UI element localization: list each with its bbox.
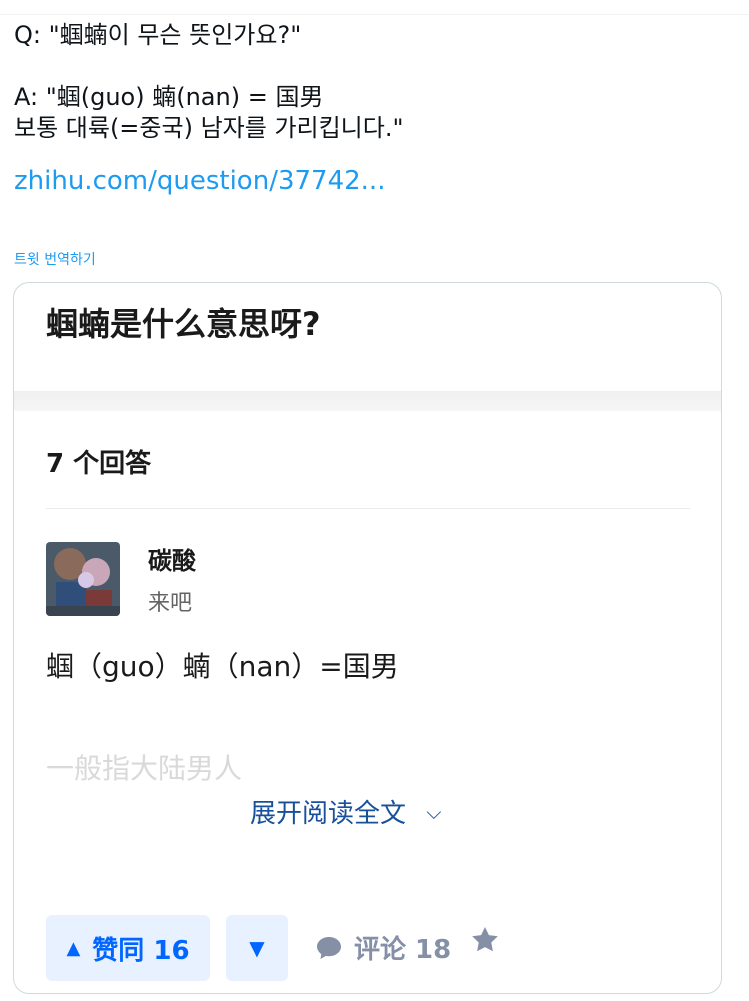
author-name[interactable]: 碳酸 — [148, 541, 196, 576]
vote-up-label: 赞同 16 — [92, 935, 190, 966]
vote-down-button[interactable]: ▼ — [226, 915, 288, 981]
triangle-up-icon: ▲ — [66, 937, 81, 959]
chevron-down-icon: ⌵ — [426, 800, 442, 824]
comment-bubble-icon — [317, 936, 341, 959]
avatar — [46, 542, 120, 616]
author-bio: 来吧 — [148, 591, 193, 616]
card-separator — [14, 391, 721, 411]
vote-up-button[interactable]: ▲ 赞同 16 — [46, 915, 210, 981]
tweet-question: Q: "蝈蝻이 무슨 뜻인가요?" — [14, 21, 302, 49]
answer-text: 蝈（guo）蝻（nan）=国男 — [46, 650, 399, 683]
divider — [46, 508, 690, 509]
top-border — [0, 14, 749, 15]
tweet-answer-line2: 보통 대륙(=중국) 남자를 가리킵니다." — [14, 114, 404, 142]
translate-tweet-link[interactable]: 트윗 번역하기 — [14, 249, 96, 269]
star-icon[interactable] — [470, 925, 500, 955]
tweet-body: Q: "蝈蝻이 무슨 뜻인가요?" A: "蝈(guo) 蝻(nan) = 国男… — [14, 20, 734, 198]
link-preview-card[interactable]: 蝈蝻是什么意思呀? 7 个回答 碳酸 来吧 蝈（guo）蝻（nan）=国男 一般… — [13, 282, 722, 994]
answers-count: 7 个回答 — [46, 449, 152, 479]
tweet-link[interactable]: zhihu.com/question/37742... — [14, 164, 385, 198]
triangle-down-icon: ▼ — [249, 936, 265, 960]
comment-label: 评论 18 — [354, 935, 452, 965]
comment-button[interactable]: 评论 18 — [316, 929, 451, 966]
tweet-answer-line1: A: "蝈(guo) 蝻(nan) = 国男 — [14, 83, 324, 111]
answer-faded-text: 一般指大陆男人 — [46, 752, 243, 785]
expand-button[interactable]: 展开阅读全文 ⌵ — [250, 793, 441, 830]
expand-label: 展开阅读全文 — [250, 799, 407, 829]
card-title: 蝈蝻是什么意思呀? — [46, 305, 321, 343]
